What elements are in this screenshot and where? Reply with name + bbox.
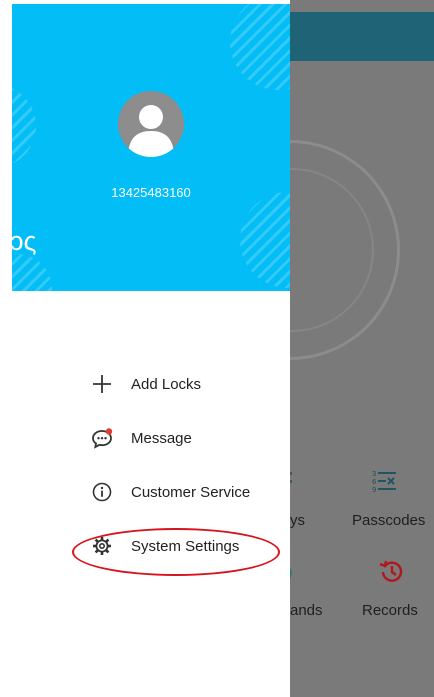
passcodes-tile-label[interactable]: Passcodes	[352, 512, 425, 529]
decorative-circle-top	[230, 4, 290, 90]
info-circle-icon	[90, 480, 114, 504]
header-edge-text: ɔς	[12, 226, 37, 256]
plus-icon	[90, 372, 114, 396]
background-app-toolbar	[290, 12, 434, 61]
menu-label-customer-service: Customer Service	[131, 483, 251, 501]
menu-item-customer-service[interactable]: Customer Service	[90, 474, 250, 510]
drawer-header: 13425483160 ɔς	[12, 4, 290, 291]
history-icon[interactable]	[379, 558, 405, 584]
screen: ys 3 6 9 Passcodes ands Records 13425483…	[0, 0, 434, 697]
avatar[interactable]	[118, 91, 184, 157]
menu-item-add-locks[interactable]: Add Locks	[90, 366, 201, 402]
message-bubble-icon	[90, 426, 114, 450]
highlight-ellipse	[72, 528, 280, 576]
keys-tile-label[interactable]: ys	[290, 512, 305, 529]
commands-tile-label[interactable]: ands	[290, 602, 323, 619]
decorative-circle-lower-left	[12, 254, 52, 291]
records-tile-label[interactable]: Records	[362, 602, 418, 619]
navigation-drawer: 13425483160 ɔς Add Locks Message Custome…	[12, 0, 290, 697]
svg-text:9: 9	[372, 486, 376, 493]
decorative-circle-left	[12, 84, 36, 168]
passcodes-icon[interactable]: 3 6 9	[372, 469, 398, 493]
decorative-circle-bottom	[240, 192, 290, 288]
menu-item-message[interactable]: Message	[90, 420, 192, 456]
menu-label-add-locks: Add Locks	[131, 375, 202, 393]
background-app-overlay[interactable]: ys 3 6 9 Passcodes ands Records	[180, 0, 434, 697]
user-phone-number: 13425483160	[111, 185, 191, 200]
svg-text:3: 3	[372, 470, 376, 478]
svg-text:6: 6	[372, 478, 377, 486]
user-silhouette-icon	[128, 105, 174, 157]
menu-label-message: Message	[131, 429, 192, 447]
